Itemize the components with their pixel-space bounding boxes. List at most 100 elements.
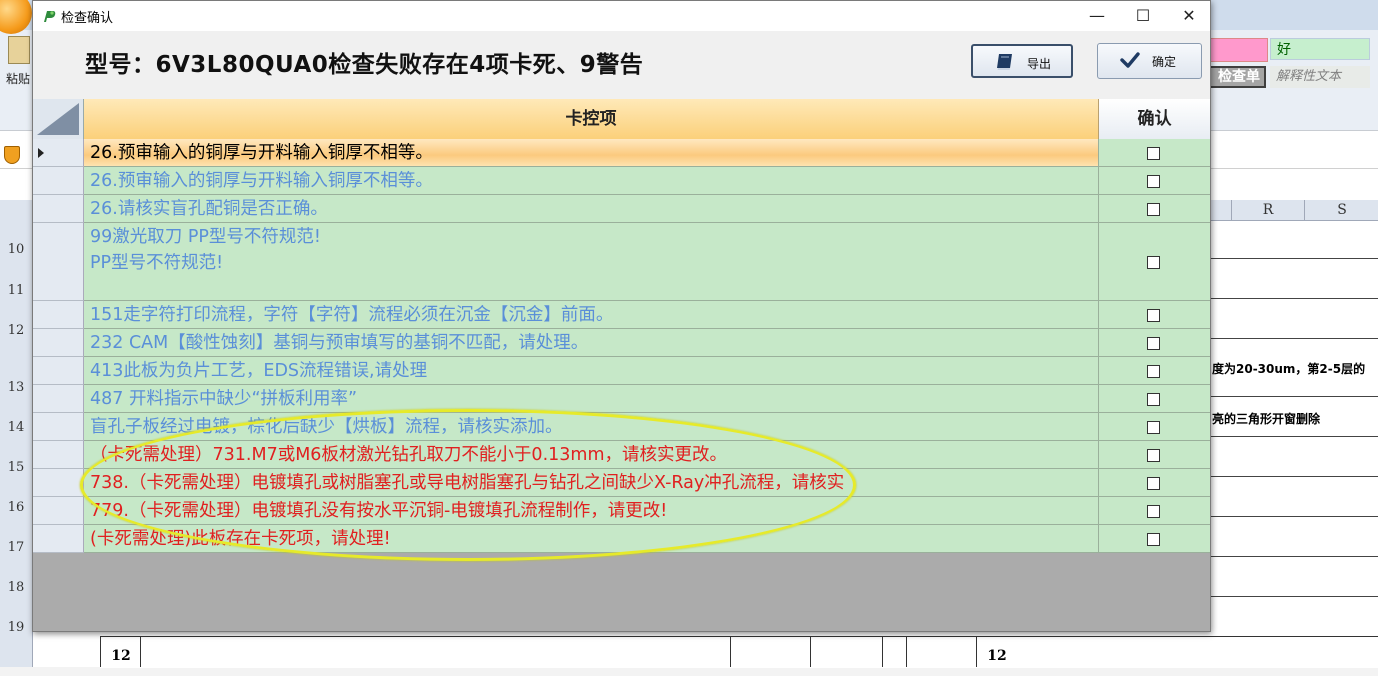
confirm-cell [1099,525,1210,553]
row-header[interactable] [33,139,84,167]
check-item-text[interactable]: 151走字符打印流程，字符【字符】流程必须在沉金【沉金】前面。 [84,301,1099,329]
column-header-r[interactable]: R [1231,200,1304,220]
cell-value[interactable]: 12 [100,636,141,667]
check-item-text[interactable]: 26.预审输入的铜厚与开料输入铜厚不相等。 [84,167,1099,195]
confirm-checkbox[interactable] [1147,505,1160,518]
check-item-text[interactable]: 99激光取刀 PP型号不符规范! PP型号不符规范! [84,223,1099,301]
check-result-headline: 型号：6V3L80QUA0检查失败存在4项卡死、9警告 [85,52,644,78]
highlight-annotation-ellipse [80,409,856,561]
security-shield-icon [4,146,20,164]
current-row-arrow-icon [38,148,44,158]
style-explanatory[interactable]: 解释性文本 [1270,66,1370,88]
confirm-button[interactable]: 确定 [1097,43,1202,79]
table-row[interactable]: 413此板为负片工艺，EDS流程错误,请处理 [33,357,1210,385]
row-number[interactable]: 10 [0,242,32,257]
cell[interactable] [882,636,907,667]
confirm-checkbox[interactable] [1147,393,1160,406]
row-header[interactable] [33,167,84,195]
confirm-cell [1099,195,1210,223]
cell-text[interactable]: 度为20-30um，第2-5层的 [1212,360,1365,377]
row-number[interactable]: 11 [0,283,32,298]
grid-line [1210,338,1378,339]
cell[interactable] [140,636,731,667]
check-item-text[interactable]: 232 CAM【酸性蚀刻】基铜与预审填写的基铜不匹配，请处理。 [84,329,1099,357]
confirm-checkbox[interactable] [1147,256,1160,269]
grid-line [1210,476,1378,477]
cell[interactable] [730,636,811,667]
cell-value[interactable]: 12 [976,636,1017,667]
confirm-cell [1099,329,1210,357]
dialog-titlebar[interactable]: 检查确认 — ☐ ✕ [33,1,1210,31]
grid-line [1210,396,1378,397]
close-icon[interactable]: ✕ [1166,1,1212,31]
table-row[interactable]: 151走字符打印流程，字符【字符】流程必须在沉金【沉金】前面。 [33,301,1210,329]
confirm-cell [1099,301,1210,329]
confirm-checkbox[interactable] [1147,365,1160,378]
column-header-item[interactable]: 卡控项 [84,99,1099,139]
row-header[interactable] [33,357,84,385]
confirm-checkbox[interactable] [1147,421,1160,434]
check-item-text[interactable]: 26.预审输入的铜厚与开料输入铜厚不相等。 [84,139,1099,167]
confirm-cell [1099,223,1210,301]
confirm-checkbox[interactable] [1147,175,1160,188]
row-number[interactable]: 13 [0,380,32,395]
confirm-checkbox[interactable] [1147,477,1160,490]
cell[interactable] [810,636,883,667]
select-all-corner[interactable] [33,99,84,139]
row-header[interactable] [33,195,84,223]
cell-text[interactable]: 亮的三角形开窗删除 [1212,410,1320,427]
export-label: 导出 [1027,57,1052,71]
confirm-checkbox[interactable] [1147,449,1160,462]
paste-button[interactable]: 粘贴 [6,36,32,96]
style-bad-swatch[interactable] [1208,38,1268,62]
row-header[interactable] [33,497,84,525]
confirm-checkbox[interactable] [1147,203,1160,216]
row-header[interactable] [33,385,84,413]
grid-line [1210,556,1378,557]
checkmark-icon [1120,52,1140,68]
grid-line [1210,516,1378,517]
column-header-s[interactable]: S [1304,200,1378,220]
check-item-text[interactable]: 413此板为负片工艺，EDS流程错误,请处理 [84,357,1099,385]
grid-line [1210,436,1378,437]
maximize-icon[interactable]: ☐ [1120,1,1166,31]
confirm-label: 确定 [1152,55,1177,69]
table-row[interactable]: 487 开料指示中缺少“拼板利用率” [33,385,1210,413]
table-row[interactable]: 99激光取刀 PP型号不符规范! PP型号不符规范! [33,223,1210,301]
row-number[interactable]: 18 [0,580,32,595]
row-header[interactable] [33,413,84,441]
style-check-cell[interactable]: 检查单元格 [1208,66,1266,88]
check-item-text[interactable]: 487 开料指示中缺少“拼板利用率” [84,385,1099,413]
row-number[interactable]: 19 [0,620,32,635]
row-number[interactable]: 17 [0,540,32,555]
row-header[interactable] [33,301,84,329]
table-row[interactable]: 26.请核实盲孔配铜是否正确。 [33,195,1210,223]
row-header[interactable] [33,223,84,301]
grid-line [1210,258,1378,259]
confirm-cell [1099,385,1210,413]
table-row[interactable]: 26.预审输入的铜厚与开料输入铜厚不相等。 [33,167,1210,195]
confirm-cell [1099,357,1210,385]
confirm-checkbox[interactable] [1147,337,1160,350]
cell[interactable] [906,636,977,667]
confirm-checkbox[interactable] [1147,309,1160,322]
confirm-checkbox[interactable] [1147,533,1160,546]
row-number[interactable]: 12 [0,323,32,338]
style-good[interactable]: 好 [1270,38,1370,60]
export-button[interactable]: 导出 [971,44,1073,78]
row-header[interactable] [33,329,84,357]
minimize-icon[interactable]: — [1074,1,1120,31]
row-number[interactable]: 16 [0,500,32,515]
confirm-cell [1099,441,1210,469]
confirm-checkbox[interactable] [1147,147,1160,160]
grid-line [1210,298,1378,299]
row-header[interactable] [33,525,84,553]
row-number[interactable]: 14 [0,420,32,435]
row-header[interactable] [33,441,84,469]
row-header[interactable] [33,469,84,497]
check-item-text[interactable]: 26.请核实盲孔配铜是否正确。 [84,195,1099,223]
row-number[interactable]: 15 [0,460,32,475]
table-row[interactable]: 26.预审输入的铜厚与开料输入铜厚不相等。 [33,139,1210,167]
column-header-confirm[interactable]: 确认 [1099,99,1210,139]
table-row[interactable]: 232 CAM【酸性蚀刻】基铜与预审填写的基铜不匹配，请处理。 [33,329,1210,357]
